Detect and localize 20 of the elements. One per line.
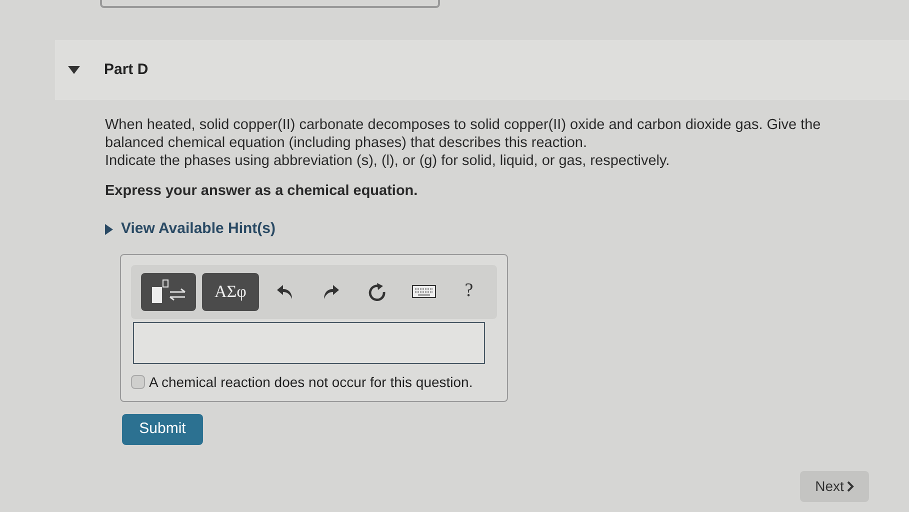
question-text: When heated, solid copper(II) carbonate decomposes to solid copper(II) oxide and carbon dioxide gas. Give the balanced chemical equation (including phases) that describes this reaction. bbox=[105, 116, 822, 152]
question-text: Indicate the phases using abbreviation (s), (l), or (g) for solid, liquid, or gas, respectively. bbox=[105, 152, 671, 170]
reset-icon bbox=[367, 282, 387, 302]
checkbox-label: A chemical reaction does not occur for this question. bbox=[149, 372, 473, 392]
redo-icon bbox=[322, 284, 340, 300]
hint-link[interactable]: View Available Hint(s) bbox=[105, 220, 276, 238]
instruction-text: Express your answer as a chemical equation. bbox=[105, 182, 419, 200]
caret-down-icon[interactable] bbox=[68, 66, 80, 74]
part-title: Part D bbox=[104, 60, 148, 80]
help-button[interactable]: ? bbox=[451, 272, 487, 310]
undo-icon bbox=[276, 284, 294, 300]
greek-symbols-button[interactable]: ΑΣφ bbox=[202, 272, 259, 310]
submit-button[interactable]: Submit bbox=[122, 414, 203, 444]
checkbox[interactable] bbox=[131, 375, 145, 389]
next-button[interactable]: Next bbox=[800, 471, 869, 502]
template-button[interactable] bbox=[141, 272, 196, 310]
answer-input-field[interactable] bbox=[133, 322, 485, 364]
chevron-right-icon bbox=[846, 481, 854, 492]
keyboard-icon bbox=[412, 285, 436, 298]
template-arrows-icon bbox=[150, 278, 188, 304]
